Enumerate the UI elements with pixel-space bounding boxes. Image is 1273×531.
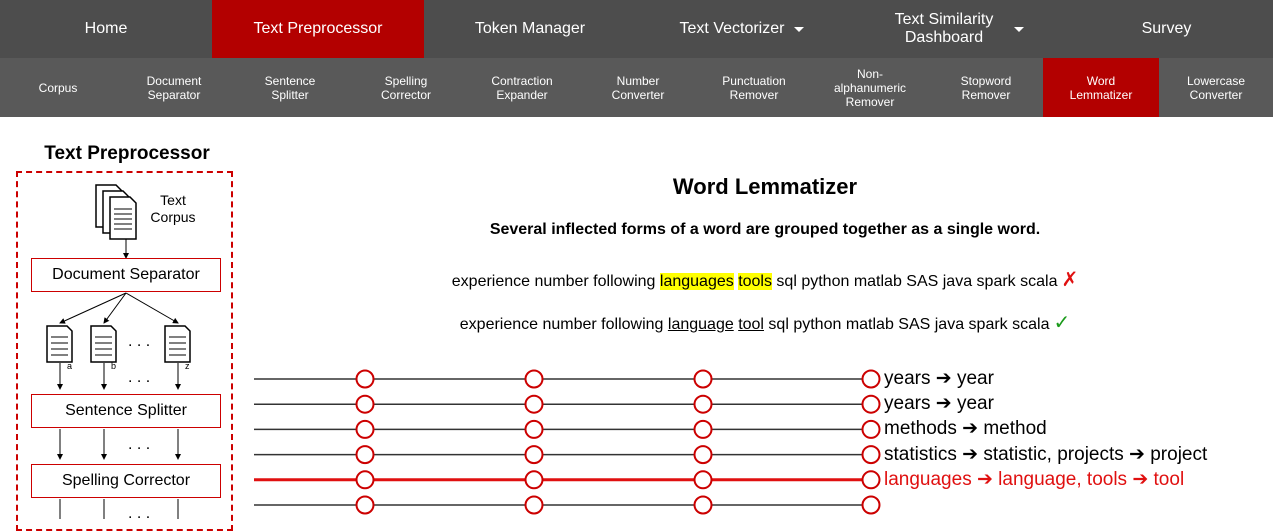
chevron-down-icon: [1014, 26, 1024, 32]
page-subtitle: Several inflected forms of a word are gr…: [489, 221, 1041, 238]
doc-label-z: z: [185, 361, 190, 371]
lane-label: methods ➔ method: [884, 418, 1047, 440]
example-after: experience number following language too…: [380, 310, 1150, 335]
highlight-tools: tools: [738, 273, 772, 290]
lane-node: [355, 470, 375, 490]
tab-text-similarity-dashboard-label: Text Similarity Dashboard: [894, 11, 994, 46]
document-separator-box: Document Separator: [31, 258, 221, 292]
example-before-suffix: sql python matlab SAS java spark scala: [771, 273, 1058, 290]
example-after-prefix: experience number following: [459, 316, 668, 333]
sentence-splitter-box: Sentence Splitter: [31, 394, 221, 428]
lane-node: [861, 419, 881, 439]
underline-language: language: [667, 316, 734, 333]
example-after-suffix: sql python matlab SAS java spark scala: [763, 316, 1050, 333]
ellipsis: . . .: [128, 369, 151, 386]
lane-node: [355, 369, 375, 389]
tab-text-preprocessor-label: Text Preprocessor: [253, 20, 383, 37]
subnav-sentence-splitter[interactable]: Sentence Splitter: [232, 58, 348, 117]
subnav-document-separator-label: Document Separator: [146, 73, 202, 102]
subnav-document-separator[interactable]: Document Separator: [116, 58, 232, 117]
page-title: Word Lemmatizer: [672, 174, 858, 199]
subnav-lowercase-converter-label: Lowercase Converter: [1186, 73, 1246, 102]
example-before: experience number following languages to…: [380, 267, 1150, 292]
sub-nav: Corpus Document Separator Sentence Split…: [0, 58, 1273, 117]
lane-node: [861, 445, 881, 465]
lane-node: [524, 495, 544, 515]
subnav-number-converter[interactable]: Number Converter: [580, 58, 696, 117]
subnav-stopword-remover[interactable]: Stopword Remover: [928, 58, 1044, 117]
lane-node: [524, 369, 544, 389]
subnav-word-lemmatizer[interactable]: Word Lemmatizer: [1043, 58, 1159, 117]
lane-node: [861, 495, 881, 515]
subnav-sentence-splitter-label: Sentence Splitter: [264, 73, 316, 102]
lane-label: statistics ➔ statistic, projects ➔ proje…: [884, 443, 1208, 465]
check-icon: ✓: [1053, 312, 1071, 334]
document-icon-z: [164, 325, 191, 363]
doc-label-a: a: [67, 361, 73, 371]
underline-tool: tool: [738, 316, 764, 333]
subnav-non-alphanumeric-remover[interactable]: Non-alphanumeric Remover: [812, 58, 928, 117]
lane-node: [524, 419, 544, 439]
subnav-punctuation-remover[interactable]: Punctuation Remover: [696, 58, 812, 117]
tab-text-preprocessor[interactable]: Text Preprocessor: [212, 0, 424, 58]
lane-node: [693, 419, 713, 439]
tab-survey-label: Survey: [1141, 20, 1192, 37]
lane-node: [861, 470, 881, 490]
tab-token-manager[interactable]: Token Manager: [424, 0, 636, 58]
subnav-corpus[interactable]: Corpus: [0, 58, 116, 117]
tab-text-similarity-dashboard[interactable]: Text Similarity Dashboard: [848, 0, 1060, 58]
subnav-word-lemmatizer-label: Word Lemmatizer: [1069, 73, 1133, 102]
example-before-prefix: experience number following: [451, 273, 660, 290]
lane-label: years ➔ year: [884, 393, 994, 415]
tab-token-manager-label: Token Manager: [474, 20, 586, 37]
lane-node: [355, 394, 375, 414]
tab-text-vectorizer-label: Text Vectorizer: [679, 20, 785, 37]
lane-node: [524, 445, 544, 465]
ellipsis: . . .: [128, 505, 151, 522]
subnav-stopword-remover-label: Stopword Remover: [960, 73, 1012, 102]
subnav-non-alphanumeric-remover-label: Non-alphanumeric Remover: [833, 66, 907, 109]
ellipsis: . . .: [128, 436, 151, 453]
lane-node: [861, 369, 881, 389]
subnav-corpus-label: Corpus: [38, 80, 78, 95]
tab-home-label: Home: [84, 20, 128, 37]
lane-node: [693, 495, 713, 515]
processing-lanes: [254, 369, 881, 515]
spelling-corrector-box: Spelling Corrector: [31, 464, 221, 498]
lane-node: [355, 445, 375, 465]
cross-icon: ✗: [1061, 269, 1079, 291]
corpus-label: Text Corpus: [150, 192, 196, 225]
subnav-number-converter-label: Number Converter: [611, 73, 665, 102]
subnav-contraction-expander-label: Contraction Expander: [491, 73, 553, 102]
corpus-documents-icon: [95, 184, 137, 240]
subnav-punctuation-remover-label: Punctuation Remover: [722, 73, 786, 102]
lane-node: [693, 369, 713, 389]
lane-node: [355, 419, 375, 439]
lane-node: [524, 394, 544, 414]
top-nav: Home Text Preprocessor Token Manager Tex…: [0, 0, 1273, 58]
subnav-spelling-corrector-label: Spelling Corrector: [380, 73, 431, 102]
chevron-down-icon: [794, 26, 805, 32]
lane-node: [693, 470, 713, 490]
lane-node: [355, 495, 375, 515]
document-icon-b: [90, 325, 117, 363]
subnav-lowercase-converter[interactable]: Lowercase Converter: [1159, 58, 1273, 117]
tab-text-vectorizer[interactable]: Text Vectorizer: [636, 0, 848, 58]
lane-label: years ➔ year: [884, 368, 994, 389]
doc-label-b: b: [111, 361, 117, 371]
subnav-contraction-expander[interactable]: Contraction Expander: [464, 58, 580, 117]
lane-node: [524, 470, 544, 490]
pipeline-connectors: [46, 184, 191, 519]
highlight-languages: languages: [659, 273, 734, 290]
tab-home[interactable]: Home: [0, 0, 212, 58]
lane-label: languages ➔ language, tools ➔ tool: [884, 468, 1185, 490]
subnav-spelling-corrector[interactable]: Spelling Corrector: [348, 58, 464, 117]
ellipsis: . . .: [128, 333, 151, 350]
lane-node: [693, 394, 713, 414]
pipeline-diagram: Text Preprocessor Text Corpus Document S…: [0, 117, 250, 531]
lane-node: [693, 445, 713, 465]
tab-survey[interactable]: Survey: [1060, 0, 1273, 58]
document-icon-a: [46, 325, 73, 363]
lane-node: [861, 394, 881, 414]
